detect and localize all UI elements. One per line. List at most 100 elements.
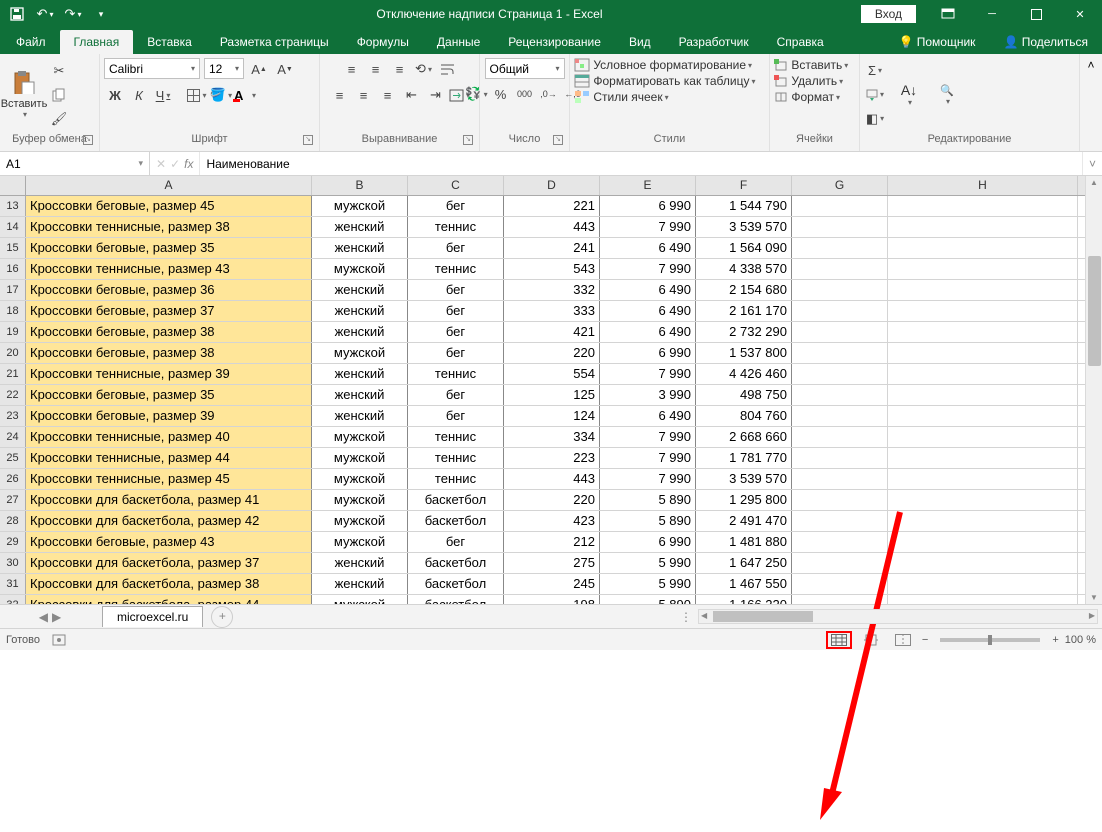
cell[interactable]: 334 (504, 427, 600, 447)
format-table-button[interactable]: Форматировать как таблицу▾ (574, 74, 756, 88)
row-header[interactable]: 22 (0, 385, 26, 405)
cell[interactable] (888, 364, 1078, 384)
cell[interactable]: мужской (312, 595, 408, 604)
cell[interactable]: 3 990 (600, 385, 696, 405)
cell[interactable]: женский (312, 406, 408, 426)
cell[interactable]: Кроссовки для баскетбола, размер 42 (26, 511, 312, 531)
cell[interactable]: женский (312, 238, 408, 258)
cell[interactable]: Кроссовки теннисные, размер 45 (26, 469, 312, 489)
cell[interactable] (792, 322, 888, 342)
cell[interactable]: 4 426 460 (696, 364, 792, 384)
cell[interactable]: 2 154 680 (696, 280, 792, 300)
cell[interactable]: 1 564 090 (696, 238, 792, 258)
cell[interactable]: 5 990 (600, 574, 696, 594)
row-header[interactable]: 31 (0, 574, 26, 594)
italic-button[interactable]: К (128, 84, 150, 106)
cell[interactable] (792, 301, 888, 321)
cell[interactable] (888, 469, 1078, 489)
cell[interactable]: 5 890 (600, 511, 696, 531)
find-select-button[interactable]: 🔍▾ (932, 60, 962, 130)
borders-button[interactable]: ▾ (186, 84, 208, 106)
row-header[interactable]: 21 (0, 364, 26, 384)
vertical-scrollbar[interactable] (1085, 176, 1102, 604)
redo-button[interactable]: ↷▾ (62, 3, 84, 25)
cell[interactable]: бег (408, 301, 504, 321)
row-header[interactable]: 25 (0, 448, 26, 468)
row-header[interactable]: 19 (0, 322, 26, 342)
cell[interactable] (888, 322, 1078, 342)
comma-button[interactable]: 000 (514, 83, 536, 105)
tab-insert[interactable]: Вставка (133, 30, 206, 54)
cell[interactable]: Кроссовки беговые, размер 38 (26, 343, 312, 363)
sheet-tab[interactable]: microexcel.ru (102, 606, 203, 627)
save-button[interactable] (6, 3, 28, 25)
tab-home[interactable]: Главная (60, 30, 134, 54)
cell[interactable]: бег (408, 532, 504, 552)
column-header-B[interactable]: B (312, 176, 408, 195)
cell[interactable]: 421 (504, 322, 600, 342)
share-button[interactable]: 👤 Поделиться (989, 30, 1102, 54)
cell[interactable]: 212 (504, 532, 600, 552)
align-center-button[interactable]: ≡ (353, 84, 375, 106)
tab-layout[interactable]: Разметка страницы (206, 30, 343, 54)
cell[interactable]: Кроссовки теннисные, размер 44 (26, 448, 312, 468)
cell[interactable]: 543 (504, 259, 600, 279)
row-header[interactable]: 13 (0, 196, 26, 216)
cell[interactable]: бег (408, 238, 504, 258)
cell[interactable]: женский (312, 574, 408, 594)
cell[interactable]: мужской (312, 427, 408, 447)
cell[interactable]: бег (408, 385, 504, 405)
font-name-select[interactable]: Calibri▾ (104, 58, 200, 79)
cell[interactable]: мужской (312, 469, 408, 489)
add-sheet-button[interactable]: + (211, 606, 233, 628)
cell[interactable] (792, 511, 888, 531)
qat-customize[interactable]: ▾ (90, 3, 112, 25)
cell[interactable]: 6 490 (600, 322, 696, 342)
cell[interactable]: 2 491 470 (696, 511, 792, 531)
tab-help[interactable]: Справка (763, 30, 838, 54)
cell[interactable]: 223 (504, 448, 600, 468)
tab-formulas[interactable]: Формулы (343, 30, 423, 54)
column-header-H[interactable]: H (888, 176, 1078, 195)
cell[interactable] (888, 490, 1078, 510)
cell[interactable]: 443 (504, 469, 600, 489)
cell[interactable]: 1 544 790 (696, 196, 792, 216)
sort-filter-button[interactable]: A↓▾ (894, 60, 924, 130)
cell[interactable]: Кроссовки теннисные, размер 39 (26, 364, 312, 384)
cell[interactable]: 1 781 770 (696, 448, 792, 468)
row-header[interactable]: 32 (0, 595, 26, 604)
cell[interactable]: теннис (408, 217, 504, 237)
align-bottom-button[interactable]: ≡ (389, 58, 411, 80)
font-color-button[interactable]: A▾ (234, 84, 256, 106)
select-all-corner[interactable] (0, 176, 26, 195)
cell[interactable] (792, 469, 888, 489)
tell-me-button[interactable]: 💡 Помощник (884, 30, 989, 54)
fill-color-button[interactable]: 🪣▾ (210, 84, 232, 106)
formula-input[interactable]: Наименование (200, 152, 1082, 175)
cell[interactable]: баскетбол (408, 574, 504, 594)
cell[interactable]: мужской (312, 448, 408, 468)
cell[interactable]: 7 990 (600, 364, 696, 384)
increase-font-button[interactable]: A▲ (248, 58, 270, 80)
cell[interactable]: 6 490 (600, 238, 696, 258)
copy-button[interactable] (48, 84, 70, 106)
row-header[interactable]: 26 (0, 469, 26, 489)
cell[interactable]: 1 467 550 (696, 574, 792, 594)
row-header[interactable]: 29 (0, 532, 26, 552)
cell[interactable] (888, 595, 1078, 604)
format-painter-button[interactable]: 🖌 (48, 108, 70, 130)
cell[interactable] (888, 196, 1078, 216)
row-header[interactable]: 30 (0, 553, 26, 573)
cell[interactable]: Кроссовки беговые, размер 38 (26, 322, 312, 342)
decrease-font-button[interactable]: A▼ (274, 58, 296, 80)
cell[interactable]: 443 (504, 217, 600, 237)
expand-formula-bar[interactable]: ˅ (1082, 152, 1102, 175)
name-box[interactable]: A1 (0, 152, 150, 175)
cell[interactable]: 332 (504, 280, 600, 300)
format-cells-button[interactable]: Формат▾ (774, 90, 840, 104)
collapse-ribbon-button[interactable]: ˄ (1080, 54, 1102, 151)
cell[interactable]: Кроссовки беговые, размер 37 (26, 301, 312, 321)
cell[interactable]: 2 668 660 (696, 427, 792, 447)
cell[interactable]: 3 539 570 (696, 217, 792, 237)
row-header[interactable]: 23 (0, 406, 26, 426)
